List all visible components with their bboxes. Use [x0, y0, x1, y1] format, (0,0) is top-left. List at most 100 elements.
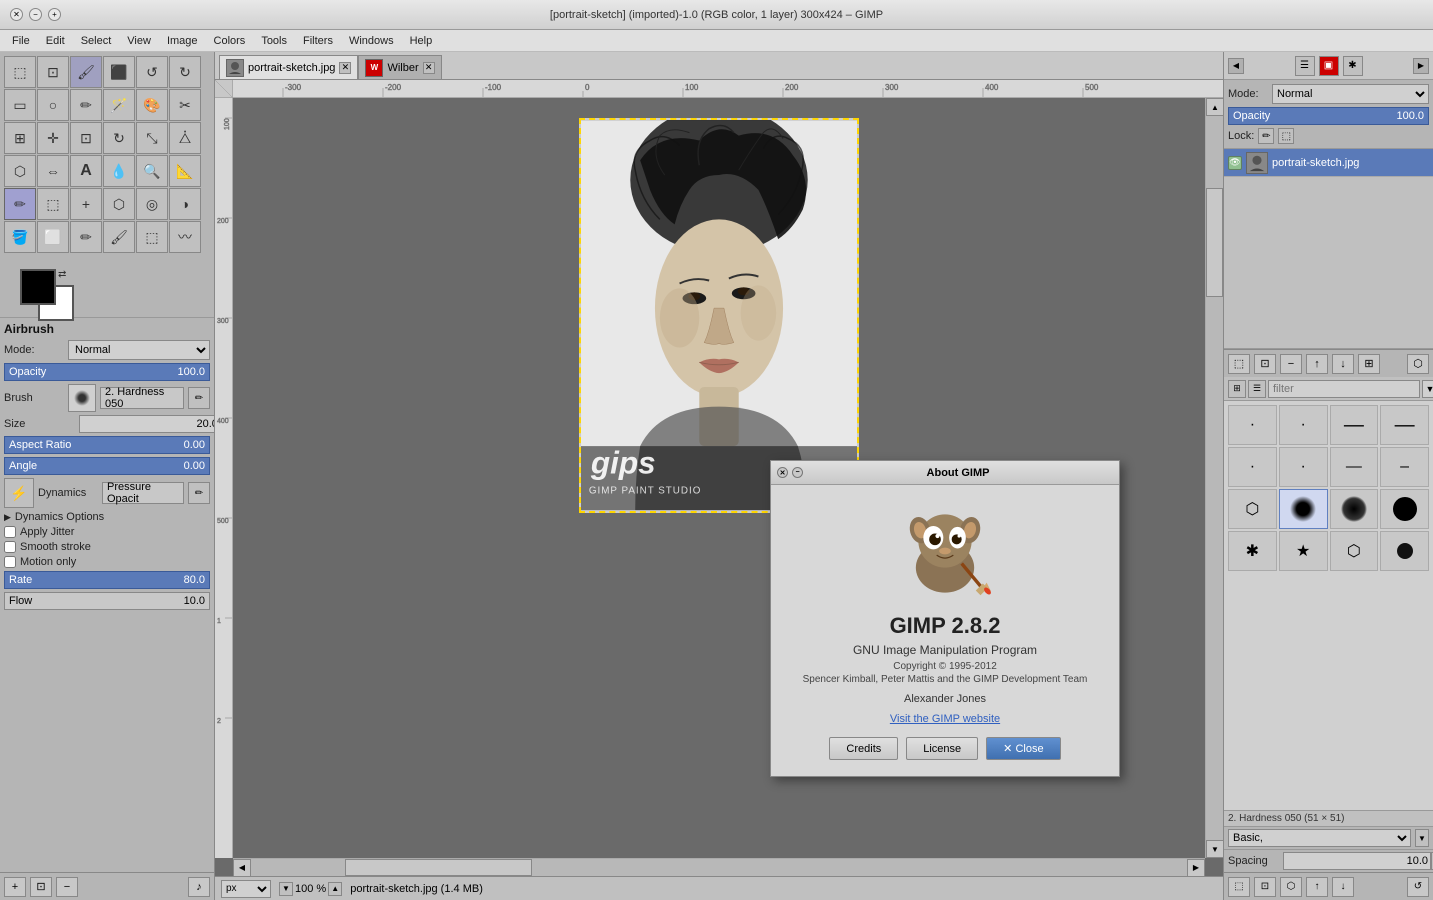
canvas-tab-portrait[interactable]: portrait-sketch.jpg ✕ [219, 55, 358, 79]
tool-perspective-clone[interactable]: ⬡ [103, 188, 135, 220]
tool-colorpicker[interactable]: 💧 [103, 155, 135, 187]
menu-windows[interactable]: Windows [341, 33, 402, 49]
brush-cell-11[interactable] [1330, 489, 1379, 529]
tool-export[interactable]: ⬛ [103, 56, 135, 88]
zoom-decrease-button[interactable]: ▼ [279, 882, 293, 896]
tool-text[interactable]: A [70, 155, 102, 187]
tool-flip[interactable]: ⇔ [37, 155, 69, 187]
brush-filter-dropdown[interactable]: ▼ [1422, 380, 1433, 398]
menu-image[interactable]: Image [159, 33, 206, 49]
layers-delete-btn[interactable]: − [1280, 354, 1302, 374]
layers-up-btn[interactable]: ↑ [1306, 354, 1328, 374]
layers-tab-icon[interactable]: ☰ [1295, 56, 1315, 76]
brush-cell-1[interactable]: · [1228, 405, 1277, 445]
brush-preview[interactable] [68, 384, 96, 412]
brush-cell-14[interactable]: ★ [1279, 531, 1328, 571]
tool-free-select[interactable]: ✏ [70, 89, 102, 121]
tool-airbrush[interactable]: ✏ [4, 188, 36, 220]
menu-edit[interactable]: Edit [38, 33, 73, 49]
tool-scissors[interactable]: ✂ [169, 89, 201, 121]
tool-heal[interactable]: + [70, 188, 102, 220]
motion-only-checkbox[interactable] [4, 556, 16, 568]
rate-bar[interactable]: Rate 80.0 [4, 571, 210, 589]
size-input[interactable]: 20.00 [79, 415, 214, 433]
tool-shear[interactable]: ⧊ [169, 122, 201, 154]
brush-cell-4[interactable]: — [1380, 405, 1429, 445]
canvas-tab-wilber[interactable]: W Wilber ✕ [358, 55, 441, 79]
tool-undo[interactable]: ↺ [136, 56, 168, 88]
brush-cell-13[interactable]: ✱ [1228, 531, 1277, 571]
canvas-tab-wilber-close[interactable]: ✕ [423, 62, 435, 74]
zoom-increase-button[interactable]: ▲ [328, 882, 342, 896]
layers-down-btn[interactable]: ↓ [1332, 354, 1354, 374]
menu-filters[interactable]: Filters [295, 33, 341, 49]
tool-ellipse-select[interactable]: ○ [37, 89, 69, 121]
layers-mode-select[interactable]: Normal [1272, 84, 1429, 104]
paths-tab-icon[interactable]: ✱ [1343, 56, 1363, 76]
hscroll-thumb[interactable] [345, 859, 532, 876]
vscroll-track[interactable] [1206, 116, 1223, 840]
help-toolbox-btn[interactable]: ♪ [188, 877, 210, 897]
vscroll-up-button[interactable]: ▲ [1206, 98, 1223, 116]
apply-jitter-checkbox[interactable] [4, 526, 16, 538]
tool-move[interactable]: ✛ [37, 122, 69, 154]
tool-open[interactable]: ⊡ [37, 56, 69, 88]
about-close-btn-titlebar[interactable]: ✕ [777, 467, 788, 478]
right-bottom-btn-1[interactable]: ⬚ [1228, 877, 1250, 897]
layers-opacity-bar[interactable]: Opacity 100.0 [1228, 107, 1429, 125]
layers-copy-btn[interactable]: ⊡ [1254, 354, 1276, 374]
credits-button[interactable]: Credits [829, 737, 898, 760]
tool-align[interactable]: ⊞ [4, 122, 36, 154]
channels-tab-icon[interactable]: ▣ [1319, 56, 1339, 76]
vscroll-thumb[interactable] [1206, 188, 1223, 297]
brush-cell-6[interactable]: · [1279, 447, 1328, 487]
license-button[interactable]: License [906, 737, 978, 760]
menu-view[interactable]: View [119, 33, 159, 49]
right-bottom-btn-4[interactable]: ↑ [1306, 877, 1328, 897]
menu-file[interactable]: File [4, 33, 38, 49]
tool-pencil[interactable]: ✏ [70, 221, 102, 253]
about-website-link[interactable]: Visit the GIMP website [890, 713, 1000, 725]
zoom-control[interactable]: ▼ 100 % ▲ [279, 882, 342, 896]
tool-new[interactable]: ⬚ [4, 56, 36, 88]
tool-rect-select[interactable]: ▭ [4, 89, 36, 121]
layers-anchor-btn[interactable]: ⊞ [1358, 354, 1380, 374]
dynamics-edit-button[interactable]: ✏ [188, 482, 210, 504]
tool-stamp[interactable]: ⬚ [37, 188, 69, 220]
brush-cell-7[interactable]: — [1330, 447, 1379, 487]
horizontal-scrollbar[interactable]: ◀ ▶ [233, 858, 1205, 876]
brushes-category-select[interactable]: Basic, [1228, 829, 1411, 847]
layers-expand-btn[interactable]: ⬡ [1407, 354, 1429, 374]
brush-cell-12[interactable] [1380, 489, 1429, 529]
brush-cell-15[interactable]: ⬡ [1330, 531, 1379, 571]
unit-select[interactable]: px in mm [221, 880, 271, 898]
spacing-input[interactable]: 10.0 [1283, 852, 1431, 870]
menu-help[interactable]: Help [402, 33, 441, 49]
vertical-scrollbar[interactable]: ▲ ▼ [1205, 98, 1223, 858]
foreground-color[interactable] [20, 269, 56, 305]
tool-magnify[interactable]: 🔍 [136, 155, 168, 187]
about-minimize-btn[interactable]: − [792, 467, 803, 478]
tool-blend[interactable]: ⬜ [37, 221, 69, 253]
opacity-bar[interactable]: Opacity 100.0 [4, 363, 210, 381]
brush-cell-2[interactable]: · [1279, 405, 1328, 445]
angle-bar[interactable]: Angle 0.00 [4, 457, 210, 475]
menu-tools[interactable]: Tools [253, 33, 295, 49]
layers-new-btn[interactable]: ⬚ [1228, 354, 1250, 374]
canvas-tab-portrait-close[interactable]: ✕ [339, 62, 351, 74]
tool-crop[interactable]: ⊡ [70, 122, 102, 154]
right-panel-left-btn[interactable]: ◀ [1228, 58, 1244, 74]
right-bottom-btn-5[interactable]: ↓ [1332, 877, 1354, 897]
right-panel-right-btn[interactable]: ▶ [1413, 58, 1429, 74]
tool-bucket-fill[interactable]: 🪣 [4, 221, 36, 253]
flow-bar[interactable]: Flow 10.0 [4, 592, 210, 610]
tool-dodge[interactable]: ◑ [169, 188, 201, 220]
brush-name-display[interactable]: 2. Hardness 050 [100, 387, 184, 409]
brushes-list-view-btn[interactable]: ☰ [1248, 380, 1266, 398]
smooth-stroke-checkbox[interactable] [4, 541, 16, 553]
brush-edit-button[interactable]: ✏ [188, 387, 210, 409]
window-minimize-button[interactable]: − [29, 8, 42, 21]
hscroll-left-button[interactable]: ◀ [233, 859, 251, 877]
brush-cell-9[interactable]: ⬡ [1228, 489, 1277, 529]
tool-select-by-color[interactable]: 🎨 [136, 89, 168, 121]
